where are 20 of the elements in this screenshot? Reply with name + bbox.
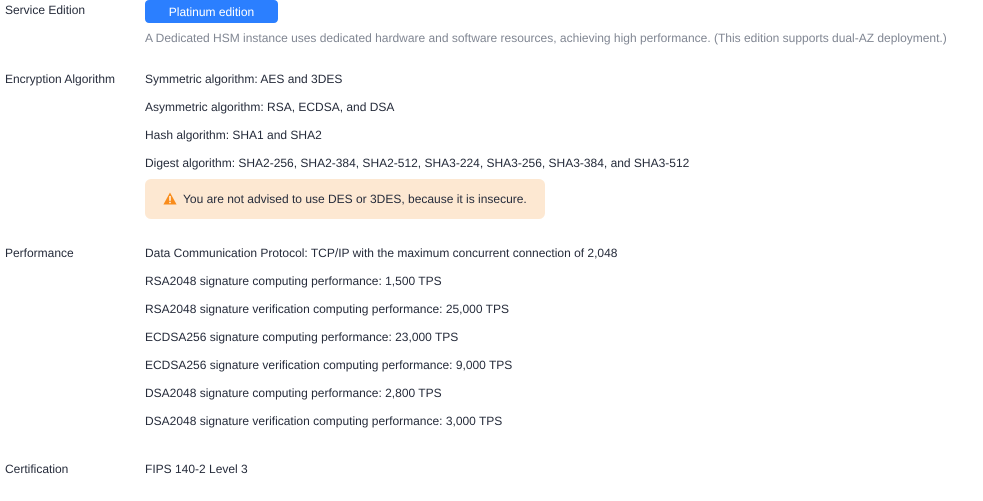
info-line: DSA2048 signature verification computing performance: 3,000 TPS xyxy=(145,413,504,430)
warning-text: You are not advised to use DES or 3DES, because it is insecure. xyxy=(183,191,527,208)
warning-icon xyxy=(163,192,177,205)
description-text: A Dedicated HSM instance uses dedicated hardware and software resources, achieving high performance. (This edition supports dual-AZ deployment.) xyxy=(145,30,948,47)
field-label: Service Edition xyxy=(5,2,86,19)
info-line: Digest algorithm: SHA2-256, SHA2-384, SHA2-512, SHA3-224, SHA3-256, SHA3-384, and SHA3-512 xyxy=(145,155,690,172)
info-line: DSA2048 signature computing performance: 2,800 TPS xyxy=(145,385,443,402)
field-label: Encryption Algorithm xyxy=(5,71,116,88)
info-line: Hash algorithm: SHA1 and SHA2 xyxy=(145,127,323,144)
info-line: FIPS 140-2 Level 3 xyxy=(145,461,249,478)
info-line: ECDSA256 signature computing performance: 23,000 TPS xyxy=(145,329,460,346)
info-line: RSA2048 signature verification computing performance: 25,000 TPS xyxy=(145,301,510,318)
info-line: ECDSA256 signature verification computing performance: 9,000 TPS xyxy=(145,357,514,374)
field-label: Performance xyxy=(5,245,75,262)
edition-button[interactable]: Platinum edition xyxy=(145,0,278,23)
info-line: Data Communication Protocol: TCP/IP with the maximum concurrent connection of 2,048 xyxy=(145,245,618,262)
info-line: RSA2048 signature computing performance: 1,500 TPS xyxy=(145,273,443,290)
field-label: Certification xyxy=(5,461,70,478)
info-line: Symmetric algorithm: AES and 3DES xyxy=(145,71,344,88)
info-line: Asymmetric algorithm: RSA, ECDSA, and DSA xyxy=(145,99,396,116)
